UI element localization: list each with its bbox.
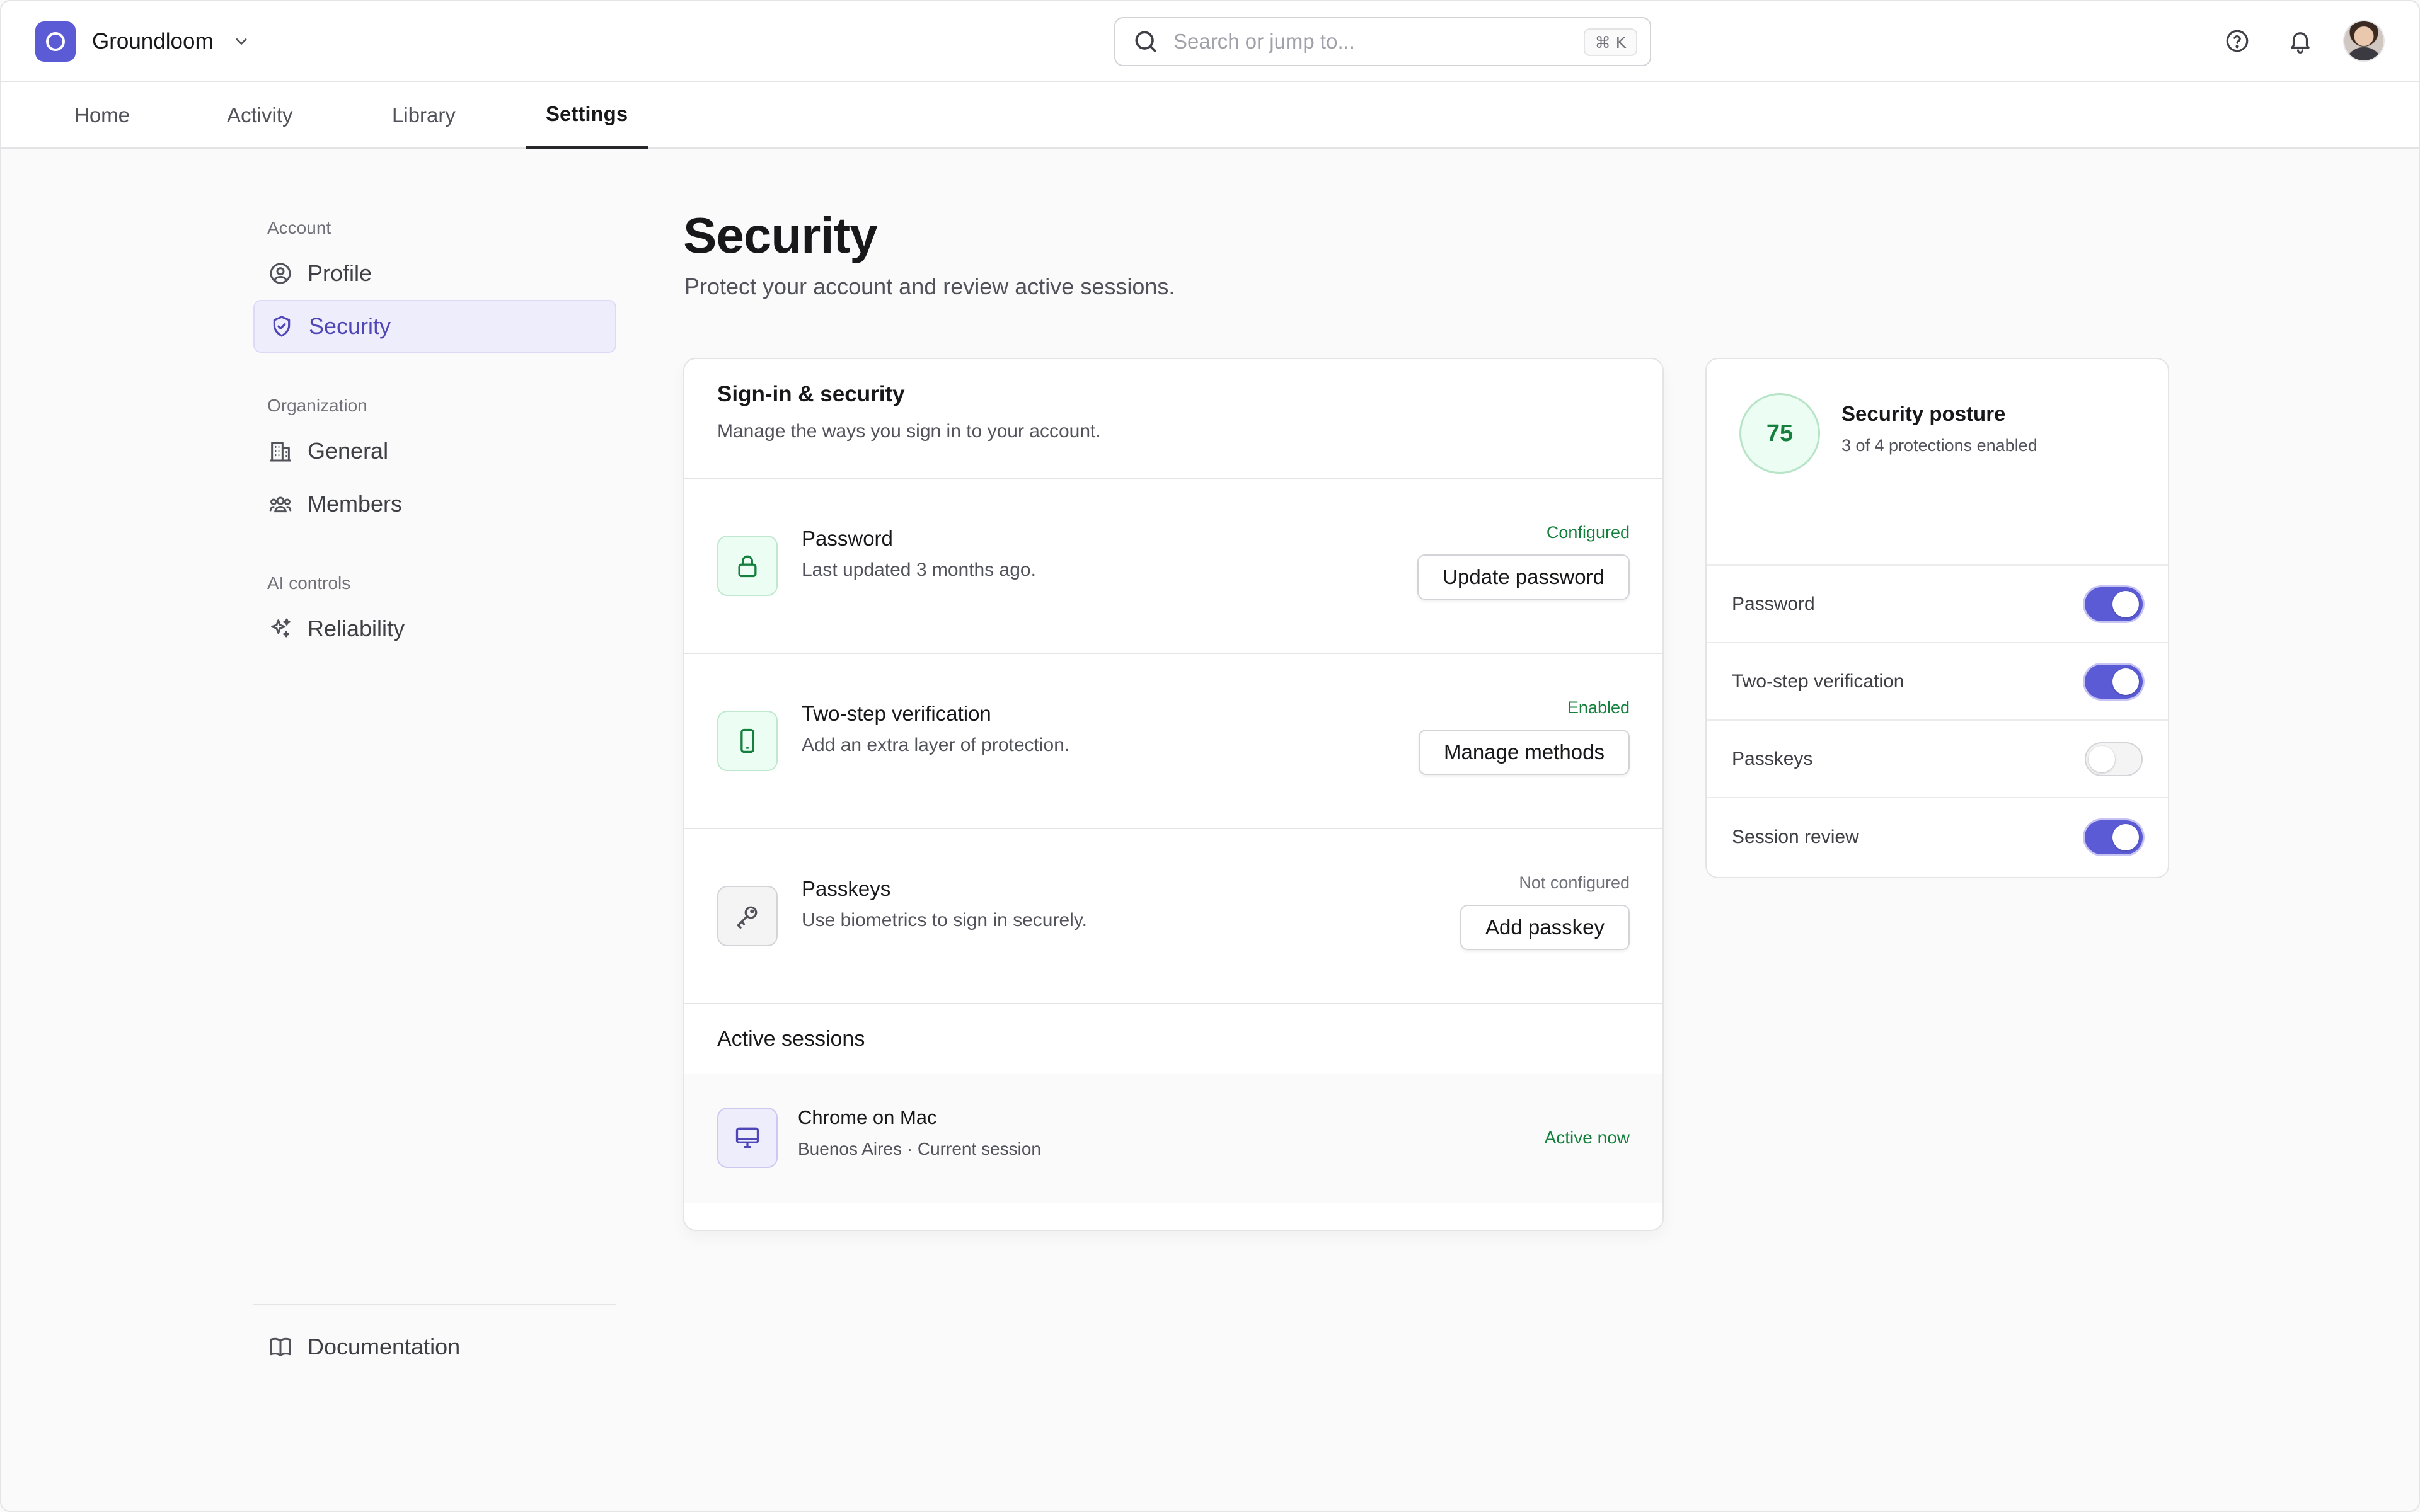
top-bar: Groundloom ⌘ K <box>1 1 2419 82</box>
toggle-label: Password <box>1732 593 1815 614</box>
two-step-row: Two-step verification Add an extra layer… <box>684 654 1662 829</box>
session-location: Buenos Aires · Current session <box>798 1139 1041 1159</box>
sidebar-item-label: Security <box>309 313 391 339</box>
building-icon <box>267 438 294 464</box>
row-description: Use biometrics to sign in securely. <box>802 910 1087 931</box>
session-device: Chrome on Mac <box>798 1106 937 1128</box>
book-icon <box>267 1334 294 1360</box>
sidebar-item-label: General <box>308 438 389 464</box>
sidebar-item-label: Reliability <box>308 616 405 641</box>
password-row: Password Last updated 3 months ago. Conf… <box>684 479 1662 654</box>
row-description: Add an extra layer of protection. <box>802 735 1070 755</box>
active-sessions-heading: Active sessions <box>717 1026 865 1051</box>
security-score: 75 <box>1739 393 1820 474</box>
toggle-row-session-review: Session review <box>1707 798 2168 876</box>
top-actions <box>2193 20 2385 62</box>
sidebar-item-general[interactable]: General <box>253 425 616 478</box>
sidebar-item-reliability[interactable]: Reliability <box>253 602 616 655</box>
status-badge: Not configured <box>1519 873 1630 892</box>
tab-settings[interactable]: Settings <box>526 82 648 149</box>
sidebar-item-security[interactable]: Security <box>253 300 616 353</box>
row-description: Last updated 3 months ago. <box>802 559 1036 580</box>
help-icon[interactable] <box>2218 22 2256 60</box>
session-status: Active now <box>1544 1128 1630 1147</box>
row-title: Password <box>802 527 893 550</box>
session-row: Chrome on Mac Buenos Aires · Current ses… <box>684 1074 1662 1203</box>
bell-icon[interactable] <box>2281 22 2319 60</box>
sidebar-item-label: Documentation <box>308 1334 461 1360</box>
nav-group-ai-controls: AI controls <box>267 573 351 593</box>
toggle-row-passkeys: Passkeys <box>1707 721 2168 798</box>
toggle-row-two-step: Two-step verification <box>1707 643 2168 721</box>
sparkle-icon <box>267 616 294 642</box>
update-password-button[interactable]: Update password <box>1417 554 1630 600</box>
sidebar-item-members[interactable]: Members <box>253 478 616 530</box>
brand-logo-icon <box>35 21 76 62</box>
passkeys-toggle[interactable] <box>2085 742 2143 776</box>
card-header: Sign-in & security Manage the ways you s… <box>684 359 1662 479</box>
workspace-switcher[interactable]: Groundloom <box>35 21 254 62</box>
passkeys-row: Passkeys Use biometrics to sign in secur… <box>684 829 1662 1004</box>
search-box[interactable]: ⌘ K <box>1114 17 1651 66</box>
settings-sidebar: Account Profile Security Organization Ge… <box>253 209 616 655</box>
shield-icon <box>268 313 295 340</box>
phone-icon <box>717 711 778 771</box>
sidebar-item-label: Members <box>308 491 403 517</box>
tab-library[interactable]: Library <box>372 82 476 149</box>
monitor-icon <box>717 1108 778 1168</box>
page-subtitle: Protect your account and review active s… <box>684 273 1175 299</box>
status-badge: Enabled <box>1567 698 1630 717</box>
nav-group-account: Account <box>267 218 331 238</box>
tab-home[interactable]: Home <box>54 82 150 149</box>
users-icon <box>267 491 294 517</box>
posture-title: Security posture <box>1841 402 2006 425</box>
status-badge: Configured <box>1546 523 1630 542</box>
avatar[interactable] <box>2343 20 2385 62</box>
card-description: Manage the ways you sign in to your acco… <box>717 421 1101 442</box>
security-posture-card: 75 Security posture 3 of 4 protections e… <box>1705 358 2169 878</box>
workspace-name: Groundloom <box>92 29 214 54</box>
add-passkey-button[interactable]: Add passkey <box>1460 905 1630 950</box>
page-title: Security <box>683 207 878 263</box>
user-circle-icon <box>267 260 294 287</box>
main-tabs: Home Activity Library Settings <box>1 82 2419 149</box>
two-step-toggle[interactable] <box>2085 664 2143 699</box>
search-icon <box>1132 28 1160 55</box>
card-title: Sign-in & security <box>717 382 905 406</box>
toggle-row-password: Password <box>1707 566 2168 643</box>
toggle-label: Two-step verification <box>1732 670 1904 692</box>
sidebar-item-profile[interactable]: Profile <box>253 247 616 300</box>
sidebar-item-documentation[interactable]: Documentation <box>253 1320 616 1373</box>
session-review-toggle[interactable] <box>2085 820 2143 854</box>
manage-methods-button[interactable]: Manage methods <box>1419 730 1630 775</box>
chevron-down-icon[interactable] <box>229 29 254 54</box>
signin-security-card: Sign-in & security Manage the ways you s… <box>683 358 1664 1231</box>
toggle-label: Session review <box>1732 826 1859 847</box>
toggle-label: Passkeys <box>1732 748 1813 769</box>
key-icon <box>717 886 778 946</box>
lock-icon <box>717 536 778 596</box>
posture-subtitle: 3 of 4 protections enabled <box>1841 436 2037 455</box>
nav-group-organization: Organization <box>267 396 367 415</box>
search-shortcut-badge: ⌘ K <box>1583 28 1637 56</box>
row-title: Passkeys <box>802 877 891 900</box>
sidebar-footer: Documentation <box>253 1304 616 1373</box>
tab-activity[interactable]: Activity <box>207 82 313 149</box>
row-title: Two-step verification <box>802 702 991 725</box>
search-input[interactable] <box>1173 30 1564 54</box>
password-toggle[interactable] <box>2085 587 2143 621</box>
sidebar-item-label: Profile <box>308 260 372 286</box>
app-window: Groundloom ⌘ K Home Activity Library <box>0 0 2420 1512</box>
posture-summary: 75 Security posture 3 of 4 protections e… <box>1707 359 2168 566</box>
